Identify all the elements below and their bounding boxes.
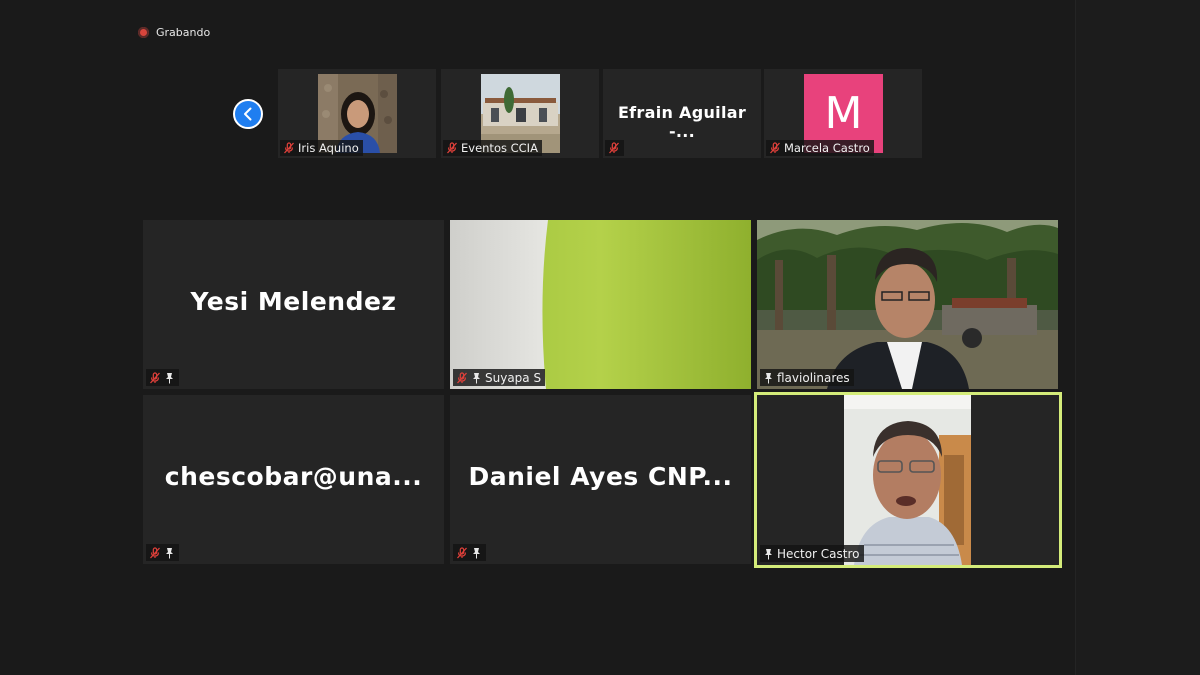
participant-tile-daniel-ayes[interactable]: Daniel Ayes CNP... (450, 395, 751, 564)
participant-label: Hector Castro (760, 545, 864, 562)
participant-video (844, 395, 971, 565)
participant-name: Marcela Castro (784, 141, 870, 155)
side-panel-edge (1075, 0, 1200, 675)
participant-tile-suyapa-s[interactable]: Suyapa S (450, 220, 751, 389)
participant-label: Iris Aquino (280, 140, 363, 156)
pin-icon (473, 547, 480, 558)
pin-icon (765, 372, 772, 383)
participant-tile-marcela-castro[interactable]: M Marcela Castro (764, 69, 922, 158)
participant-tile-iris-aquino[interactable]: Iris Aquino (278, 69, 436, 158)
participant-display-name: Daniel Ayes CNP... (468, 462, 733, 491)
participant-label: Marcela Castro (766, 140, 874, 156)
participant-display-name: Yesi Melendez (190, 287, 397, 316)
participant-tile-chescobar[interactable]: chescobar@una... (143, 395, 444, 564)
participant-tile-eventos-ccia[interactable]: Eventos CCIA (441, 69, 599, 158)
recording-label: Grabando (156, 26, 211, 39)
pin-icon (473, 372, 480, 383)
participant-label (453, 544, 486, 561)
participant-video (450, 220, 751, 389)
participant-label: Eventos CCIA (443, 140, 542, 156)
participant-tile-flaviolinares[interactable]: flaviolinares (757, 220, 1058, 389)
previous-page-button[interactable] (233, 99, 263, 129)
participant-video (757, 220, 1058, 389)
participant-name: Suyapa S (485, 370, 542, 385)
mic-muted-icon (770, 142, 780, 154)
participant-display-name: Efrain Aguilar -... (617, 103, 747, 141)
recording-indicator: Grabando (138, 26, 210, 39)
participant-tile-yesi-melendez[interactable]: Yesi Melendez (143, 220, 444, 389)
record-icon (138, 27, 149, 38)
mic-muted-icon (150, 546, 160, 558)
participant-label (605, 140, 624, 156)
pin-icon (765, 548, 772, 559)
mic-muted-icon (609, 142, 619, 154)
participant-label: flaviolinares (760, 369, 854, 386)
pin-icon (166, 372, 173, 383)
participant-display-name: chescobar@una... (164, 462, 423, 491)
avatar-initial: M (824, 88, 863, 139)
participant-name: Iris Aquino (298, 141, 359, 155)
participant-label (146, 544, 179, 561)
participant-name: Eventos CCIA (461, 141, 538, 155)
mic-muted-icon (457, 371, 467, 383)
pin-icon (166, 547, 173, 558)
mic-muted-icon (284, 142, 294, 154)
chevron-left-icon (244, 107, 252, 121)
participant-tile-efrain-aguilar[interactable]: Efrain Aguilar -... (603, 69, 761, 158)
mic-muted-icon (447, 142, 457, 154)
participant-label (146, 369, 179, 386)
participant-label: Suyapa S (453, 369, 546, 386)
participant-name: flaviolinares (777, 370, 850, 385)
mic-muted-icon (457, 546, 467, 558)
participant-tile-hector-castro[interactable]: Hector Castro (754, 392, 1062, 568)
participant-name: Hector Castro (777, 546, 860, 561)
mic-muted-icon (150, 371, 160, 383)
